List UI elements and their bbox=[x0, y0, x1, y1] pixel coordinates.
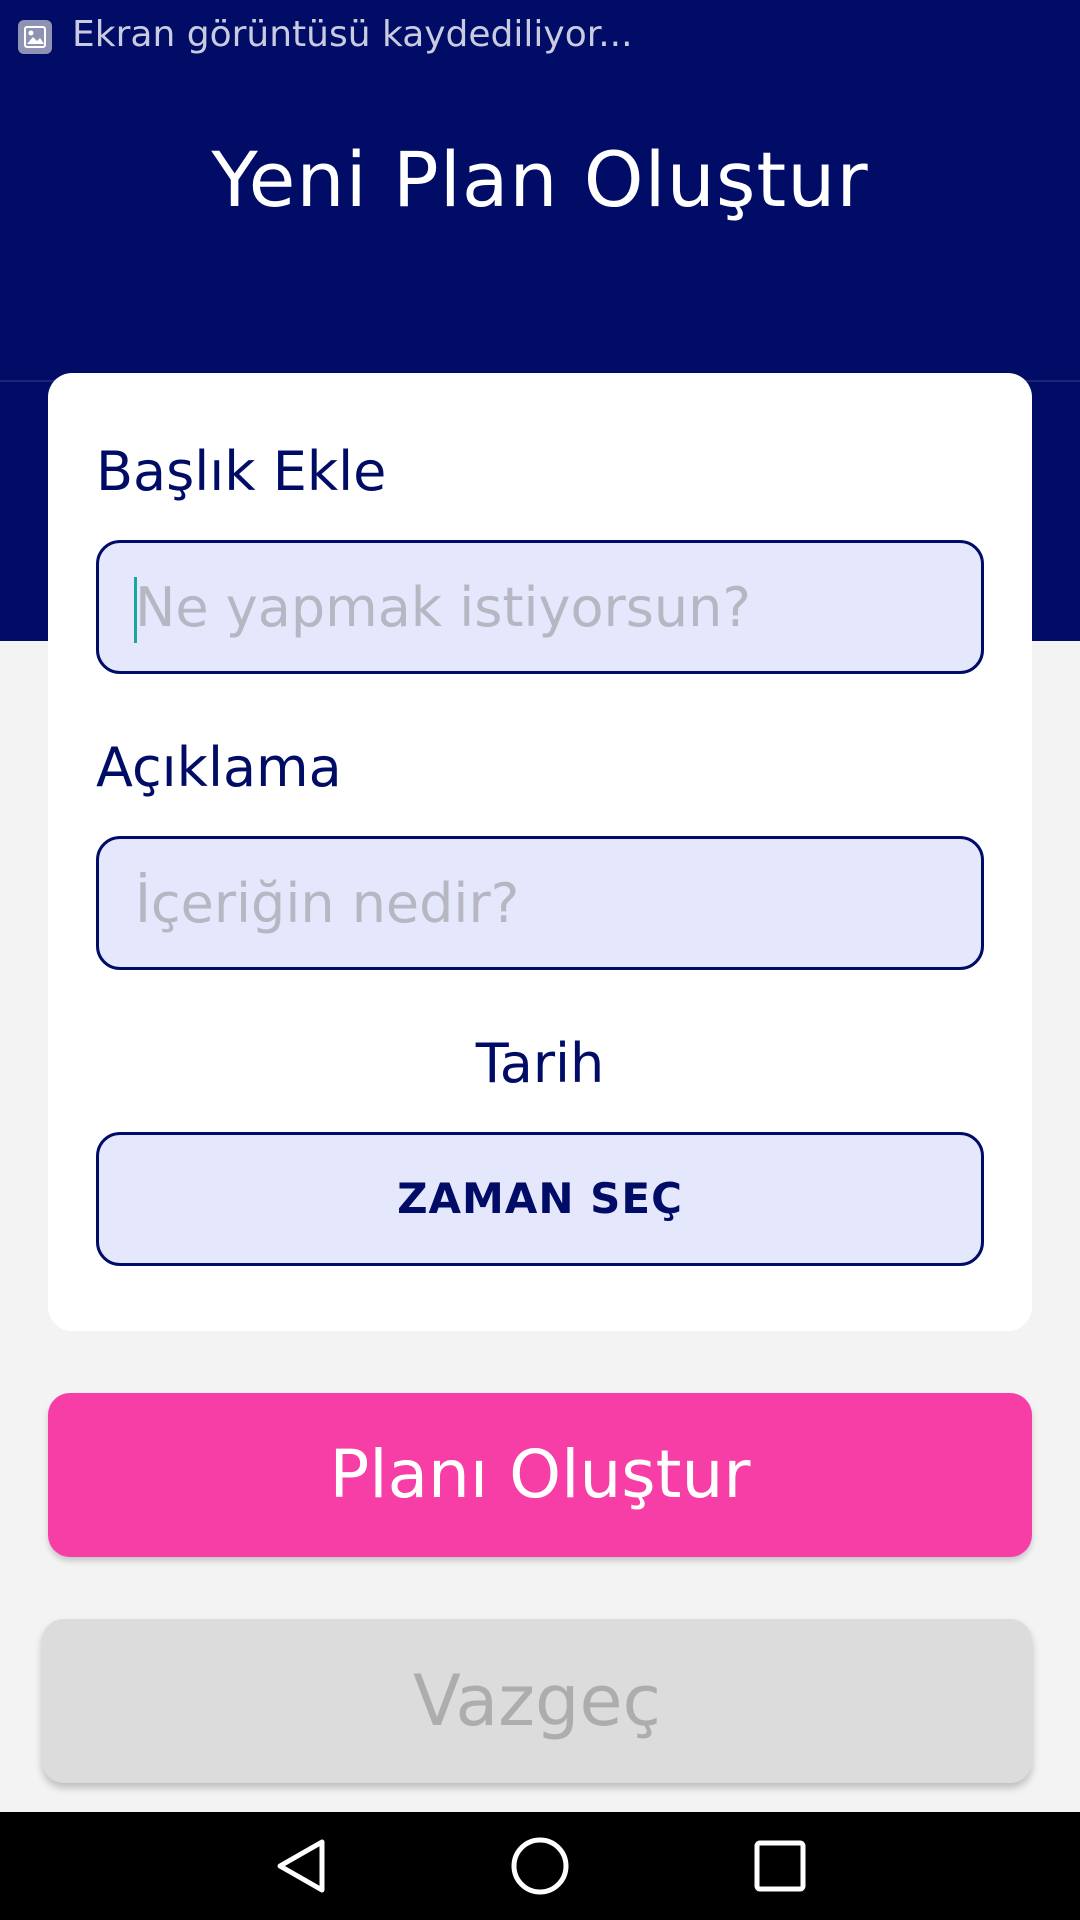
description-input[interactable] bbox=[135, 839, 955, 967]
page-title: Yeni Plan Oluştur bbox=[211, 135, 869, 224]
navigation-bar bbox=[0, 1812, 1080, 1920]
select-time-label: ZAMAN SEÇ bbox=[397, 1174, 683, 1223]
date-label: Tarih bbox=[475, 1032, 605, 1095]
image-icon bbox=[18, 20, 52, 54]
title-label: Başlık Ekle bbox=[96, 440, 387, 503]
back-triangle-icon[interactable] bbox=[270, 1834, 334, 1898]
description-field[interactable] bbox=[96, 836, 984, 970]
text-cursor bbox=[134, 577, 137, 643]
title-field[interactable] bbox=[96, 540, 984, 674]
cancel-button[interactable]: Vazgeç bbox=[42, 1619, 1032, 1783]
select-time-button[interactable]: ZAMAN SEÇ bbox=[96, 1132, 984, 1266]
status-notification-text: Ekran görüntüsü kaydediliyor... bbox=[72, 14, 633, 55]
description-label: Açıklama bbox=[96, 736, 342, 799]
home-circle-icon[interactable] bbox=[508, 1834, 572, 1898]
recent-square-icon[interactable] bbox=[748, 1834, 812, 1898]
status-bar: Ekran görüntüsü kaydediliyor... bbox=[0, 0, 1080, 76]
create-plan-button[interactable]: Planı Oluştur bbox=[48, 1393, 1032, 1557]
title-input[interactable] bbox=[135, 543, 955, 671]
